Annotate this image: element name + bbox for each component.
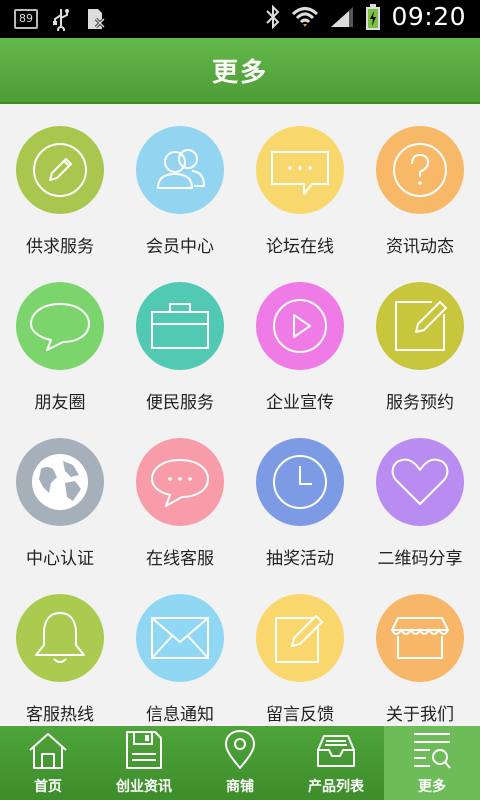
grid-item-icon-circle: [256, 126, 344, 214]
grid-item-icon-circle: [136, 438, 224, 526]
grid-item-icon-circle: [136, 594, 224, 682]
grid-item-feedback[interactable]: 留言反馈: [240, 572, 360, 728]
grid-item-label: 信息通知: [146, 705, 214, 725]
grid-item-icon-circle: [16, 438, 104, 526]
grid-item-icon-circle: [256, 438, 344, 526]
grid-item-icon-circle: [256, 282, 344, 370]
header-bar: 更多: [0, 38, 480, 104]
menu-search-icon: [414, 733, 451, 769]
sim-icon: [88, 9, 106, 29]
grid-item-label: 资讯动态: [386, 237, 454, 257]
grid-item-label: 论坛在线: [266, 237, 334, 257]
grid-item-forum-online[interactable]: 论坛在线: [240, 104, 360, 260]
nav-label: 产品列表: [308, 779, 364, 795]
grid-item-hotline[interactable]: 客服热线: [0, 572, 120, 728]
bell-icon: [35, 612, 85, 663]
notification-count-badge: 89: [14, 9, 38, 29]
grid-item-label: 会员中心: [146, 237, 214, 257]
grid-item-qrcode-share[interactable]: 二维码分享: [360, 416, 480, 572]
grid-item-notifications[interactable]: 信息通知: [120, 572, 240, 728]
grid-item-member-center[interactable]: 会员中心: [120, 104, 240, 260]
grid-item-label: 在线客服: [146, 549, 214, 569]
nav-item-products[interactable]: 产品列表: [288, 726, 384, 800]
grid-item-icon-circle: [136, 282, 224, 370]
grid-item-icon-circle: [376, 126, 464, 214]
play-icon: [273, 299, 327, 353]
grid-item-about-us[interactable]: 关于我们: [360, 572, 480, 728]
inbox-icon: [317, 735, 355, 767]
grid-item-online-support[interactable]: 在线客服: [120, 416, 240, 572]
edit-note-icon: [395, 301, 447, 351]
grid-item-enterprise-promo[interactable]: 企业宣传: [240, 260, 360, 416]
grid-item-lottery[interactable]: 抽奖活动: [240, 416, 360, 572]
location-pin-icon: [225, 730, 255, 769]
nav-label: 创业资讯: [116, 779, 172, 795]
nav-item-home[interactable]: 首页: [0, 726, 96, 800]
heart-icon: [391, 458, 449, 505]
grid-item-icon-circle: [376, 282, 464, 370]
grid-item-icon-circle: [16, 126, 104, 214]
pencil-icon: [33, 143, 87, 197]
usb-icon: [53, 9, 69, 31]
users-icon: [156, 149, 206, 189]
grid-item-label: 抽奖活动: [266, 549, 334, 569]
battery-charging-icon: [366, 3, 381, 30]
nav-label: 商铺: [226, 779, 254, 795]
grid-item-icon-circle: [256, 594, 344, 682]
question-icon: [393, 143, 447, 197]
grid-item-supply-service[interactable]: 供求服务: [0, 104, 120, 260]
shop-icon: [391, 617, 449, 659]
grid-item-label: 中心认证: [26, 549, 94, 569]
grid-item-icon-circle: [16, 282, 104, 370]
grid-item-icon-circle: [376, 594, 464, 682]
save-icon: [126, 731, 162, 769]
bottom-nav: 首页 创业资讯 商铺 产品列表 更多: [0, 726, 480, 800]
grid-item-label: 二维码分享: [377, 549, 463, 569]
grid-item-label: 便民服务: [146, 393, 214, 413]
nav-item-more[interactable]: 更多: [384, 726, 480, 800]
status-bar: 89 09:20: [0, 0, 480, 38]
nav-label: 首页: [34, 779, 62, 795]
nav-item-shops[interactable]: 商铺: [192, 726, 288, 800]
feature-grid: 供求服务 会员中心 论坛在线 资讯动态 朋友圈 便民服务 企业宣传 服务预约 中…: [0, 104, 480, 726]
grid-item-news-dynamics[interactable]: 资讯动态: [360, 104, 480, 260]
grid-item-friends-circle[interactable]: 朋友圈: [0, 260, 120, 416]
briefcase-icon: [151, 303, 209, 349]
grid-item-icon-circle: [376, 438, 464, 526]
grid-item-label: 供求服务: [26, 237, 94, 257]
globe-icon: [32, 454, 88, 510]
nav-item-startup-news[interactable]: 创业资讯: [96, 726, 192, 800]
clock-time: 09:20: [391, 2, 466, 31]
grid-item-icon-circle: [16, 594, 104, 682]
wifi-icon: [292, 6, 319, 27]
compose-icon: [275, 615, 323, 663]
bluetooth-icon: [266, 4, 280, 29]
nav-label: 更多: [418, 779, 446, 795]
home-icon: [29, 733, 67, 769]
clock-icon: [273, 455, 327, 509]
page-title: 更多: [211, 57, 268, 88]
grid-item-label: 朋友圈: [34, 393, 86, 413]
signal-icon: [331, 6, 354, 27]
grid-item-label: 服务预约: [386, 393, 454, 413]
grid-item-service-booking[interactable]: 服务预约: [360, 260, 480, 416]
grid-item-icon-circle: [136, 126, 224, 214]
chat-bubble-dots-icon: [271, 151, 329, 195]
grid-item-center-certification[interactable]: 中心认证: [0, 416, 120, 572]
mail-icon: [151, 617, 209, 659]
grid-item-label: 企业宣传: [266, 393, 334, 413]
grid-item-label: 留言反馈: [266, 705, 334, 725]
grid-item-label: 客服热线: [26, 705, 94, 725]
grid-item-label: 关于我们: [386, 705, 454, 725]
grid-item-convenience-service[interactable]: 便民服务: [120, 260, 240, 416]
speech-bubble-icon: [30, 303, 90, 351]
chat-bubble-dots-icon: [151, 459, 209, 507]
